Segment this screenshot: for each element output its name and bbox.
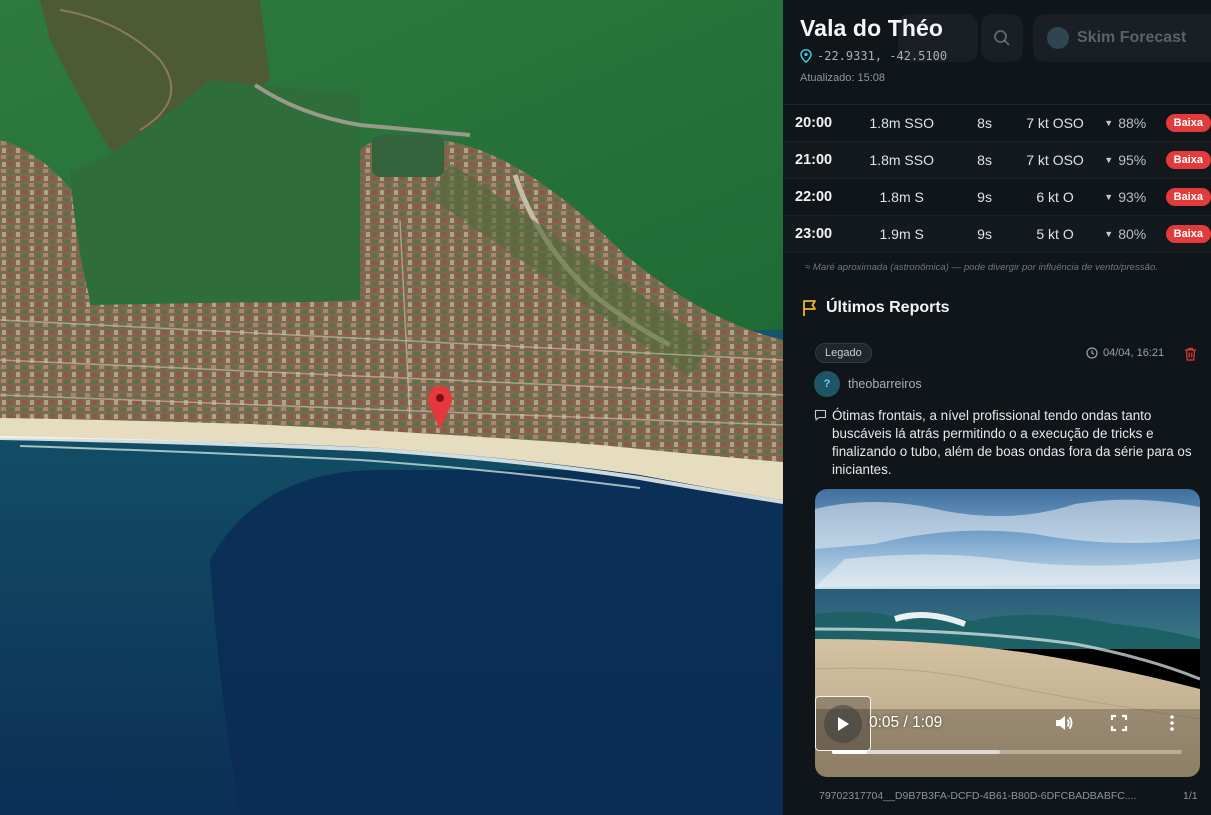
- forecast-row: 21:00 1.8m SSO 8s 7 kt OSO ▼ 95% Baixa: [783, 142, 1211, 179]
- row-time: 22:00: [795, 189, 833, 205]
- satellite-map[interactable]: [0, 0, 783, 815]
- search-button[interactable]: [981, 14, 1023, 62]
- coordinates-text: -22.9331, -42.5100: [817, 49, 948, 63]
- comment-icon: [814, 409, 827, 421]
- row-period: 8s: [977, 152, 992, 168]
- video-progress-bar[interactable]: [832, 750, 1182, 754]
- play-button[interactable]: [815, 696, 871, 751]
- updated-time: Atualizado: 15:08: [800, 72, 886, 84]
- report-comment: Ótimas frontais, a nível profissional te…: [832, 408, 1192, 477]
- search-icon: [994, 30, 1010, 46]
- row-wind: 7 kt OSO: [1026, 152, 1084, 168]
- media-counter: 1/1: [1183, 790, 1198, 802]
- tide-down-icon: ▼: [1104, 192, 1114, 202]
- row-tide-value: 93%: [1118, 189, 1147, 205]
- report-tag: Legado: [815, 343, 872, 363]
- spot-title: Vala do Théo: [800, 15, 944, 41]
- report-username[interactable]: theobarreiros: [848, 377, 922, 391]
- forecast-row: 22:00 1.8m S 9s 6 kt O ▼ 93% Baixa: [783, 179, 1211, 216]
- spot-panel: Skim Forecast Vala do Théo -22.9331, -42…: [783, 0, 1211, 815]
- row-tide-value: 95%: [1118, 152, 1147, 168]
- video-played: [832, 750, 867, 754]
- location-marker-icon[interactable]: [428, 386, 452, 432]
- row-wave: 1.8m S: [879, 189, 924, 205]
- rating-badge: Baixa: [1165, 114, 1211, 132]
- tide-down-icon: ▼: [1104, 229, 1114, 239]
- clock-icon: [1086, 347, 1098, 359]
- avatar: ?: [814, 371, 840, 397]
- row-time: 21:00: [795, 152, 833, 168]
- row-wave: 1.9m S: [879, 226, 924, 242]
- satellite-imagery: [0, 0, 783, 815]
- row-period: 9s: [977, 189, 992, 205]
- forecast-row: 20:00 1.8m SSO 8s 7 kt OSO ▼ 88% Baixa: [783, 105, 1211, 142]
- brand-name: Skim Forecast: [1077, 29, 1187, 46]
- row-wave: 1.8m SSO: [869, 115, 934, 131]
- volume-icon[interactable]: [1054, 713, 1074, 733]
- report-date-text: 04/04, 16:21: [1103, 347, 1165, 359]
- row-tide-value: 88%: [1118, 115, 1147, 131]
- row-tide-value: 80%: [1118, 226, 1147, 242]
- row-tide: ▼ 95%: [1090, 152, 1157, 168]
- forecast-row: 23:00 1.9m S 9s 5 kt O ▼ 80% Baixa: [783, 216, 1211, 253]
- video-time: 0:05 / 1:09: [869, 714, 943, 731]
- tide-note: ≈ Maré aproximada (astronômica) — pode d…: [805, 262, 1158, 273]
- report-video[interactable]: 0:05 / 1:09: [815, 489, 1200, 777]
- video-frame: [815, 489, 1200, 777]
- fullscreen-icon[interactable]: [1109, 713, 1129, 733]
- rating-badge: Baixa: [1165, 188, 1211, 206]
- play-icon: [838, 716, 849, 731]
- rating-badge: Baixa: [1165, 151, 1211, 169]
- tide-down-icon: ▼: [1104, 155, 1114, 165]
- video-filename: 79702317704__D9B7B3FA-DCFD-4B61-B80D-6DF…: [819, 790, 1137, 802]
- tide-down-icon: ▼: [1104, 118, 1114, 128]
- trash-icon[interactable]: [1184, 347, 1197, 361]
- flag-icon: [803, 300, 816, 316]
- location-pin-icon: [800, 49, 812, 63]
- row-time: 23:00: [795, 226, 833, 242]
- play-button-circle: [824, 704, 862, 743]
- row-wave: 1.8m SSO: [869, 152, 934, 168]
- row-time: 20:00: [795, 115, 833, 131]
- row-tide: ▼ 88%: [1090, 115, 1157, 131]
- reports-title: Últimos Reports: [826, 299, 950, 316]
- forecast-table: 20:00 1.8m SSO 8s 7 kt OSO ▼ 88% Baixa 21…: [783, 105, 1211, 253]
- row-wind: 6 kt O: [1036, 189, 1074, 205]
- brand-button[interactable]: Skim Forecast: [1033, 14, 1211, 62]
- reports-heading: Últimos Reports: [802, 299, 950, 317]
- brand-logo-icon: [1047, 27, 1069, 49]
- row-period: 8s: [977, 115, 992, 131]
- rating-badge: Baixa: [1165, 225, 1211, 243]
- row-wind: 5 kt O: [1036, 226, 1074, 242]
- row-wind: 7 kt OSO: [1026, 115, 1084, 131]
- report-date: 04/04, 16:21: [1086, 347, 1164, 359]
- row-period: 9s: [977, 226, 992, 242]
- row-tide: ▼ 93%: [1090, 189, 1157, 205]
- spot-coordinates: -22.9331, -42.5100: [800, 49, 947, 63]
- more-vert-icon[interactable]: [1162, 713, 1182, 733]
- row-tide: ▼ 80%: [1090, 226, 1157, 242]
